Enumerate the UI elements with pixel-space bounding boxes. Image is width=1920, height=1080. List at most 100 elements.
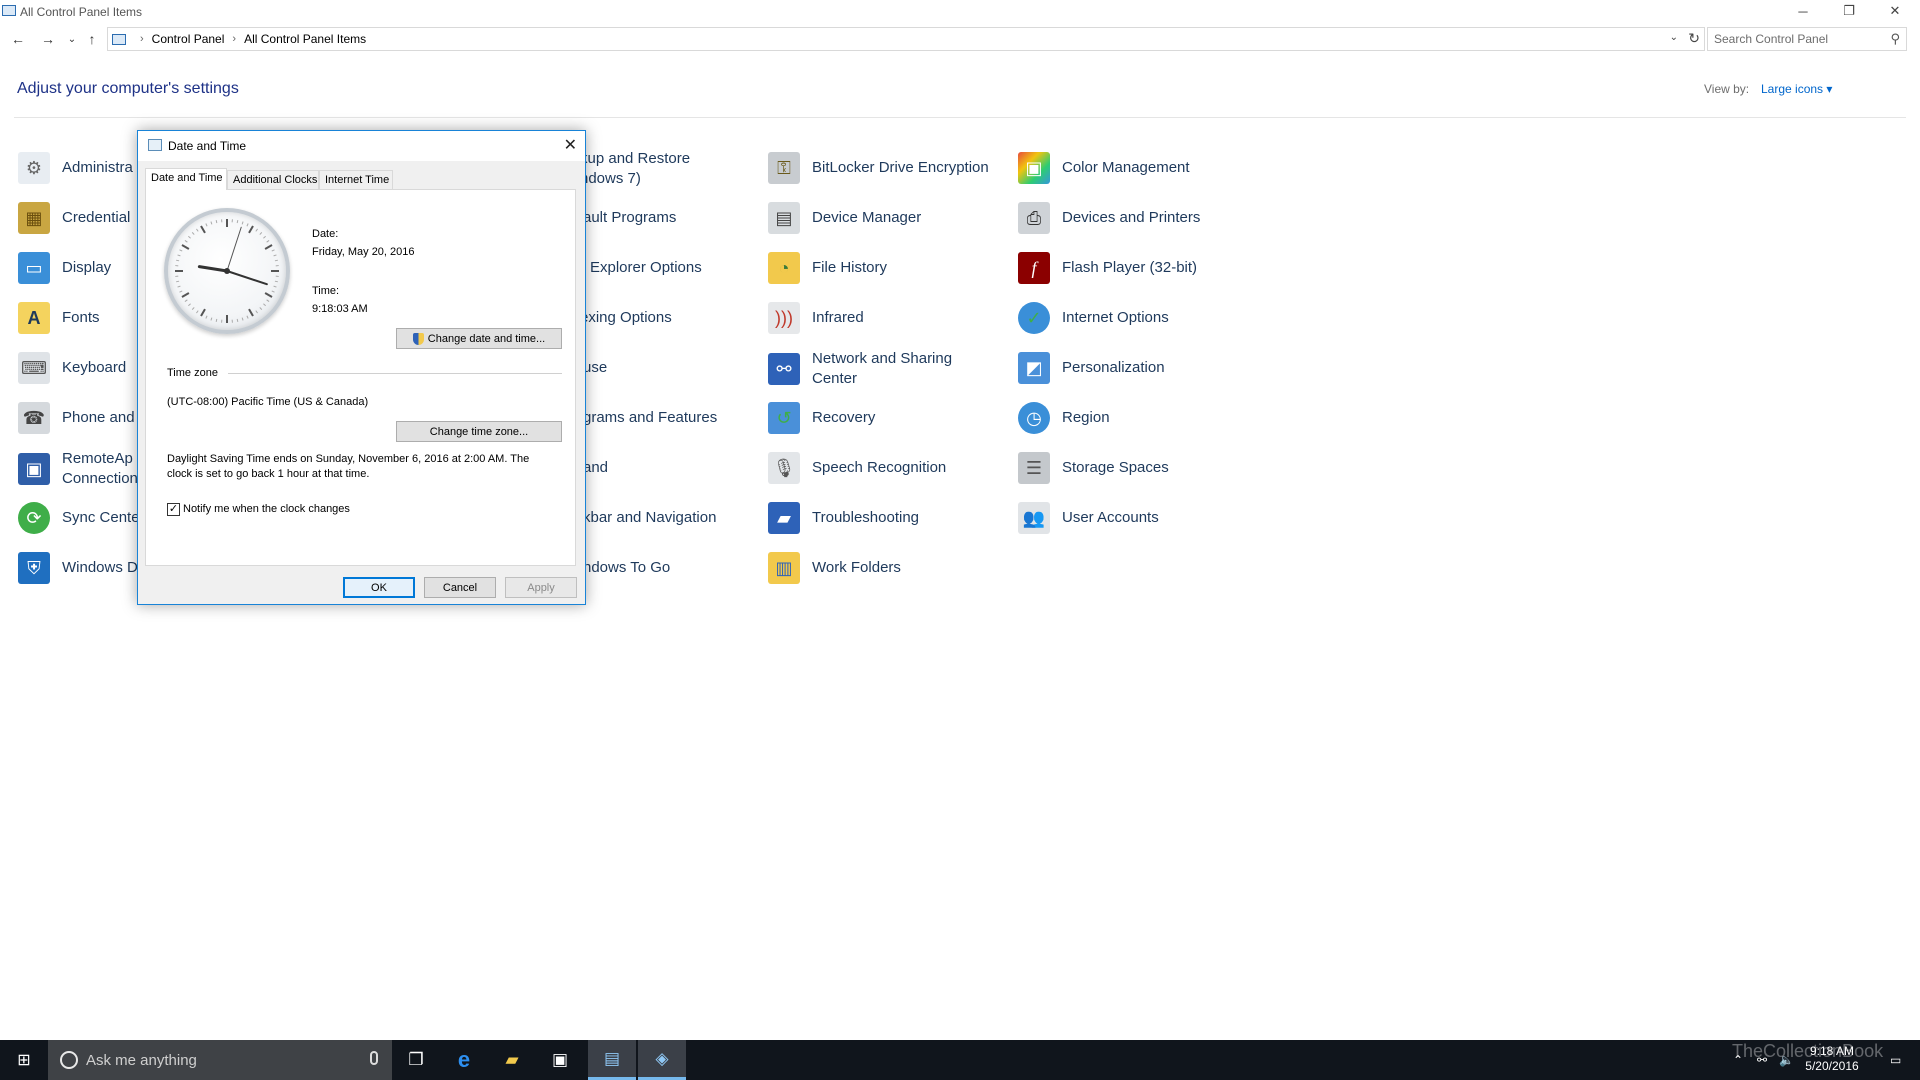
item-backup-restore[interactable]: kup and Restore ndows 7)	[580, 145, 690, 193]
item-personalization[interactable]: ◩ Personalization	[1018, 345, 1165, 391]
item-color-management[interactable]: ▣ Color Management	[1018, 145, 1190, 191]
apply-button[interactable]: Apply	[505, 577, 577, 598]
chevron-right-icon[interactable]: ›	[232, 33, 236, 45]
item-infrared[interactable]: ))) Infrared	[768, 295, 864, 341]
clock-minute-tick	[188, 235, 191, 239]
clock-minute-tick	[246, 315, 249, 319]
item-troubleshooting[interactable]: ▰ Troubleshooting	[768, 495, 919, 541]
item-mouse[interactable]: use	[583, 345, 607, 391]
tab-date-and-time[interactable]: Date and Time	[145, 168, 227, 190]
item-work-folders[interactable]: ▥ Work Folders	[768, 545, 901, 591]
clock-minute-tick	[241, 221, 244, 225]
clock-minute-tick	[210, 317, 213, 321]
item-user-accounts[interactable]: 👥 User Accounts	[1018, 495, 1159, 541]
back-icon[interactable]: ←	[8, 29, 28, 49]
item-taskbar-navigation[interactable]: kbar and Navigation	[583, 495, 716, 541]
clock-minute-tick	[263, 235, 266, 239]
windows-start-icon[interactable]: ⊞	[0, 1040, 48, 1080]
notify-checkbox-label[interactable]: Notify me when the clock changes	[183, 503, 350, 515]
item-explorer-options[interactable]: Explorer Options	[590, 245, 702, 291]
clock-minute-tick	[274, 259, 278, 262]
search-input[interactable]: Search Control Panel ⚲	[1707, 27, 1907, 51]
view-by-dropdown[interactable]: Large icons ▾	[1761, 82, 1832, 96]
date-time-icon	[148, 139, 162, 151]
device-manager-icon: ▤	[768, 202, 800, 234]
breadcrumb-control-panel[interactable]: Control Panel	[152, 32, 225, 46]
item-device-manager[interactable]: ▤ Device Manager	[768, 195, 921, 241]
tab-panel-date-and-time: Date: Friday, May 20, 2016 Time: 9:18:03…	[145, 189, 576, 566]
item-credential-manager[interactable]: ▦ Credential	[18, 195, 130, 241]
clock-hour-tick	[181, 292, 190, 298]
window-title-bar: All Control Panel Items ─ ❐ ✕	[0, 0, 1920, 23]
dialog-title: Date and Time	[168, 139, 247, 153]
date-time-taskbar-icon[interactable]: ◈	[638, 1040, 686, 1080]
clock-minute-tick	[263, 303, 266, 307]
notification-center-icon[interactable]: ▭	[1890, 1040, 1901, 1080]
item-devices-printers[interactable]: ⎙ Devices and Printers	[1018, 195, 1200, 241]
item-keyboard[interactable]: ⌨ Keyboard	[18, 345, 126, 391]
region-globe-icon: ◷	[1018, 402, 1050, 434]
item-administrative-tools[interactable]: ⚙ Administra	[18, 145, 133, 191]
change-time-zone-button[interactable]: Change time zone...	[396, 421, 562, 442]
clock-minute-tick	[266, 299, 270, 302]
recent-locations-icon[interactable]: ⌄	[62, 29, 82, 49]
item-windows-to-go[interactable]: ndows To Go	[583, 545, 670, 591]
item-programs-features[interactable]: grams and Features	[583, 395, 717, 441]
watermark: TheCollectionBook	[1732, 1041, 1884, 1061]
item-internet-options[interactable]: ✓ Internet Options	[1018, 295, 1169, 341]
microphone-icon[interactable]	[370, 1051, 378, 1065]
up-icon[interactable]: ↑	[82, 29, 102, 49]
minimize-button[interactable]: ─	[1780, 0, 1826, 22]
clock-hour-tick	[181, 244, 190, 250]
item-windows-defender[interactable]: ⛨ Windows D	[18, 545, 138, 591]
phone-icon: ☎	[18, 402, 50, 434]
item-file-history[interactable]: ◔ File History	[768, 245, 887, 291]
breadcrumb-all-items[interactable]: All Control Panel Items	[244, 32, 366, 46]
task-view-icon[interactable]: ❐	[392, 1040, 440, 1080]
tab-internet-time[interactable]: Internet Time	[319, 170, 393, 190]
tab-additional-clocks[interactable]: Additional Clocks	[227, 170, 319, 190]
close-button[interactable]: ✕	[1872, 0, 1918, 22]
close-icon[interactable]: ✕	[564, 135, 577, 155]
item-bitlocker[interactable]: ⚿ BitLocker Drive Encryption	[768, 145, 989, 191]
item-phone-and-modem[interactable]: ☎ Phone and	[18, 395, 135, 441]
item-fonts[interactable]: A Fonts	[18, 295, 100, 341]
control-panel-icon	[112, 33, 126, 45]
item-flash-player[interactable]: f Flash Player (32-bit)	[1018, 245, 1197, 291]
control-panel-taskbar-icon[interactable]: ▤	[588, 1040, 636, 1080]
date-time-dialog: Date and Time ✕ Date and Time Additional…	[137, 130, 586, 605]
maximize-button[interactable]: ❐	[1826, 0, 1872, 22]
notify-checkbox[interactable]: ✓	[167, 503, 180, 516]
forward-icon[interactable]: →	[38, 29, 58, 49]
item-storage-spaces[interactable]: ☰ Storage Spaces	[1018, 445, 1169, 491]
item-network-sharing[interactable]: ⚯ Network and Sharing Center	[768, 345, 952, 393]
item-indexing-options[interactable]: exing Options	[580, 295, 672, 341]
item-region[interactable]: ◷ Region	[1018, 395, 1110, 441]
search-icon[interactable]: ⚲	[1890, 31, 1900, 47]
item-sync-center[interactable]: ⟳ Sync Cente	[18, 495, 140, 541]
refresh-icon[interactable]: ↻	[1688, 30, 1700, 47]
change-date-time-button[interactable]: Change date and time...	[396, 328, 562, 349]
remoteapp-icon: ▣	[18, 453, 50, 485]
cortana-search-box[interactable]: Ask me anything	[48, 1040, 392, 1080]
item-sound[interactable]: and	[583, 445, 608, 491]
divider	[14, 117, 1906, 118]
chevron-right-icon[interactable]: ›	[140, 33, 144, 45]
item-default-programs[interactable]: ault Programs	[583, 195, 676, 241]
chevron-down-icon[interactable]: ⌄	[1670, 32, 1678, 43]
item-recovery[interactable]: ↺ Recovery	[768, 395, 875, 441]
clock-face	[175, 219, 279, 323]
time-zone-divider	[228, 373, 562, 374]
address-bar[interactable]: › Control Panel › All Control Panel Item…	[107, 27, 1705, 51]
item-display[interactable]: ▭ Display	[18, 245, 111, 291]
ok-button[interactable]: OK	[343, 577, 415, 598]
clock-minute-tick	[177, 254, 181, 257]
cancel-button[interactable]: Cancel	[424, 577, 496, 598]
clock-minute-tick	[273, 285, 277, 288]
edge-browser-icon[interactable]: e	[440, 1040, 488, 1080]
file-explorer-icon[interactable]: ▰	[488, 1040, 536, 1080]
item-speech-recognition[interactable]: 🎙 Speech Recognition	[768, 445, 946, 491]
item-remoteapp[interactable]: ▣ RemoteAp Connection	[18, 445, 138, 493]
store-icon[interactable]: ▣	[536, 1040, 584, 1080]
control-panel-icon	[2, 5, 16, 16]
